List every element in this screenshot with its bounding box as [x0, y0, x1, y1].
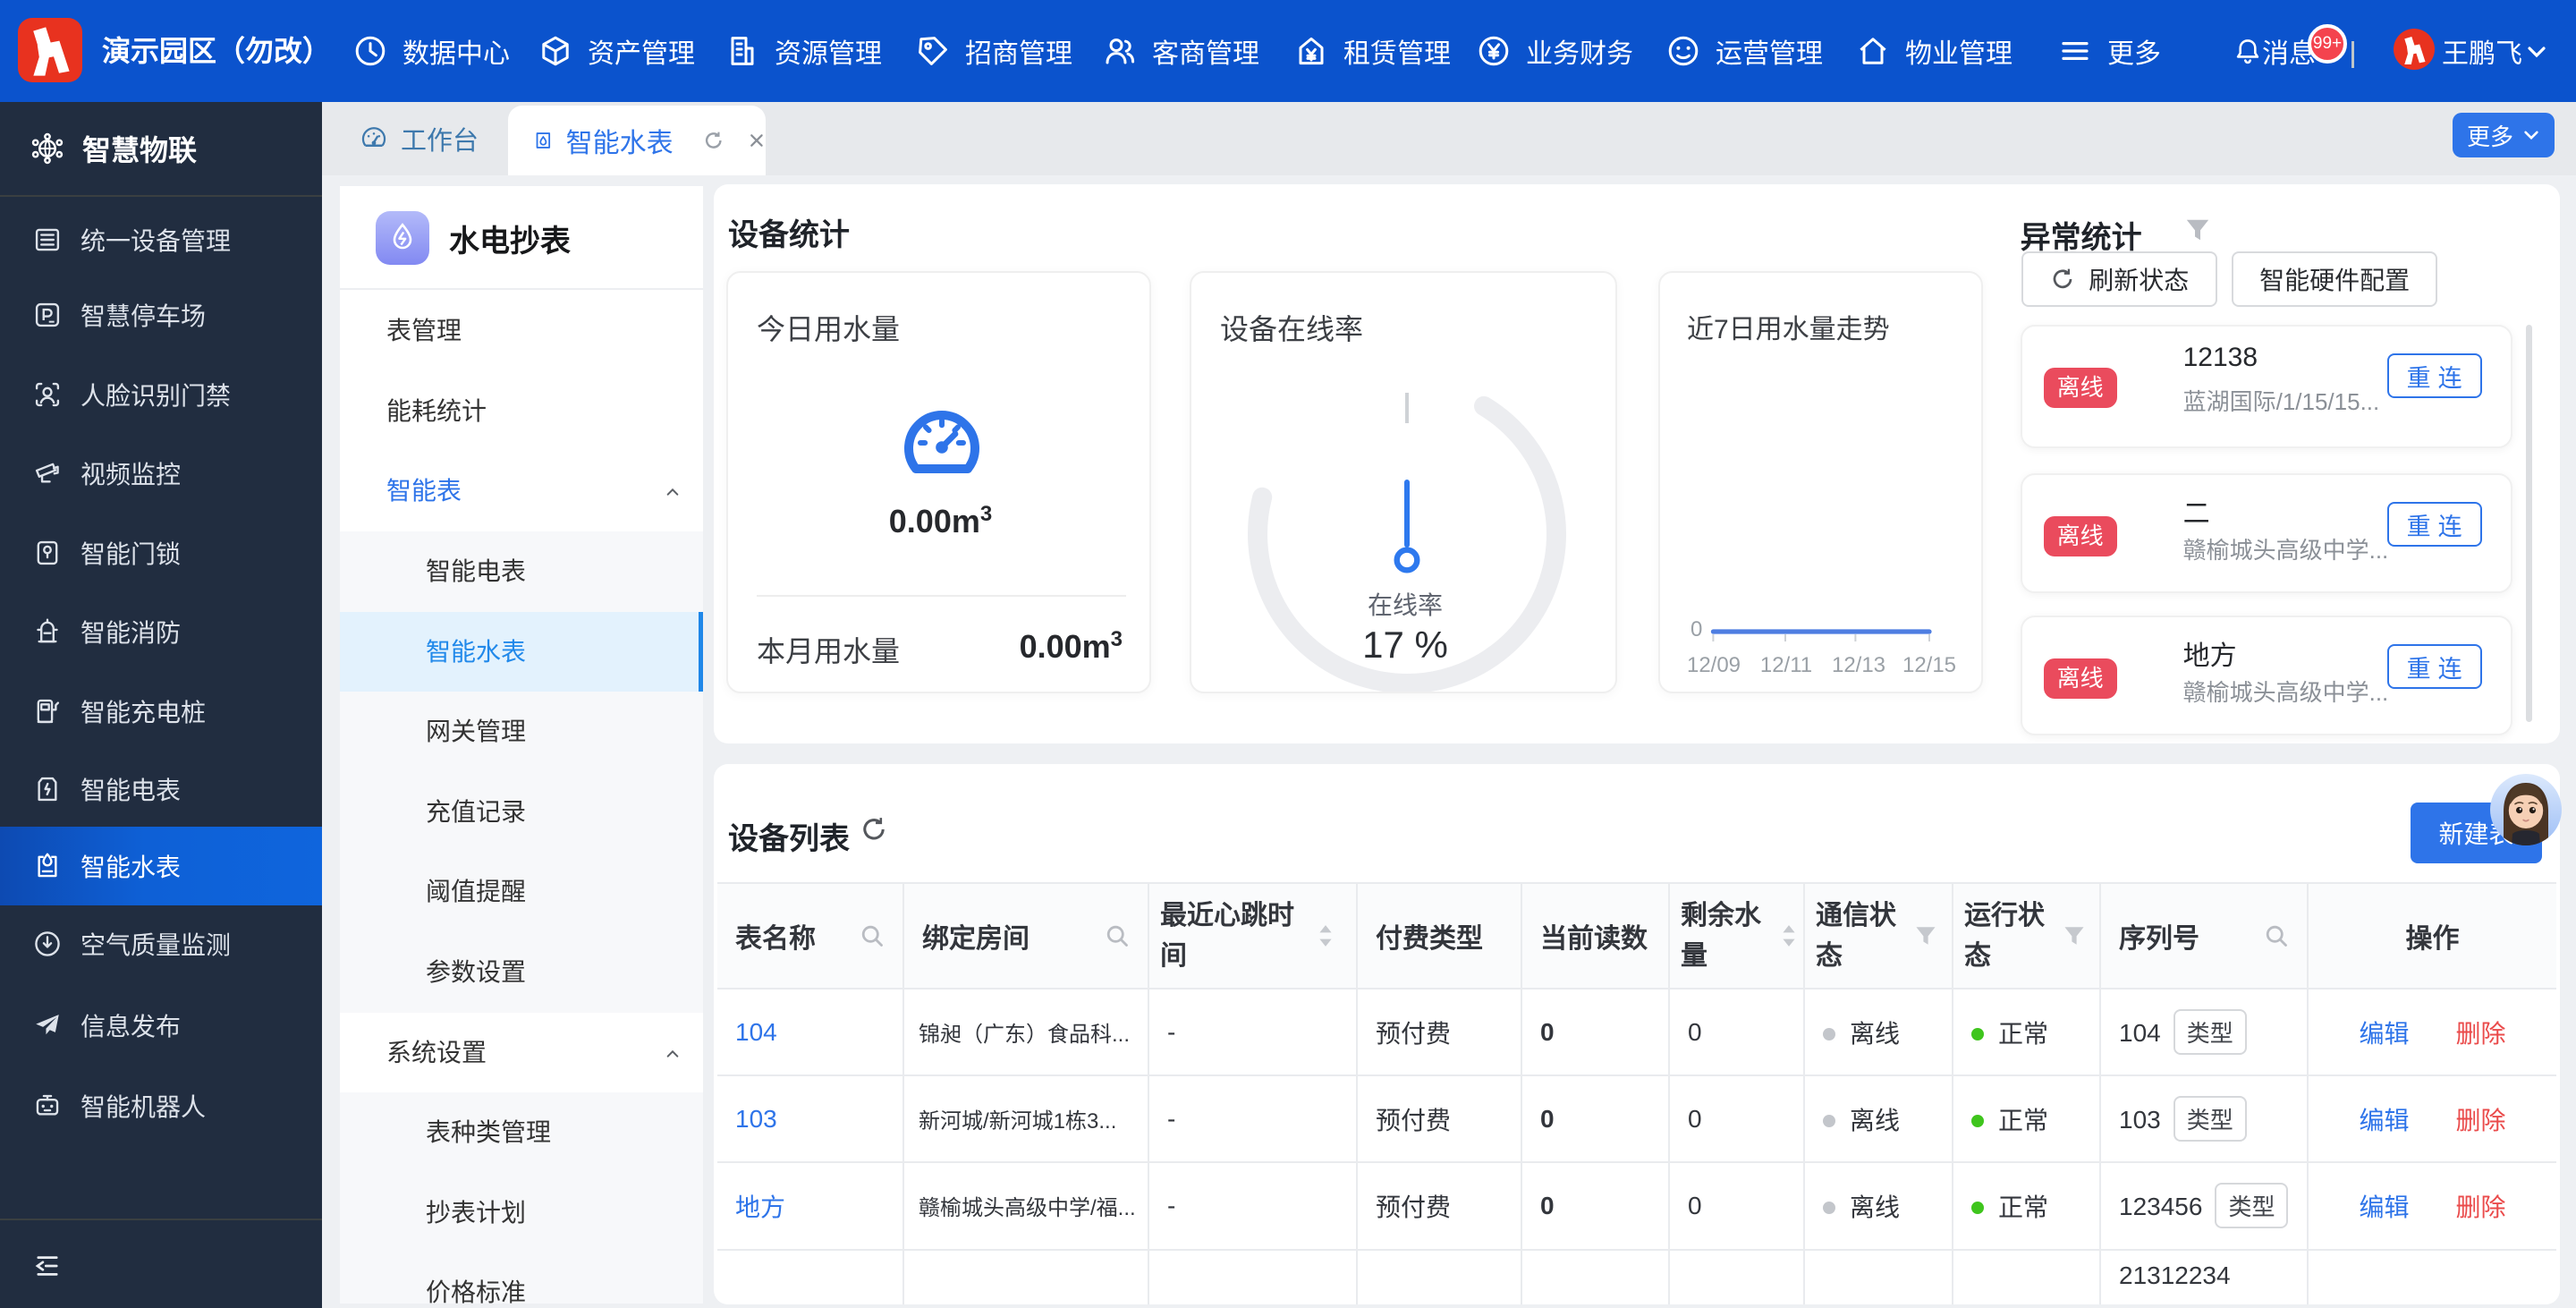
svg-text:12/11: 12/11: [1760, 653, 1812, 677]
svg-text:0: 0: [1690, 617, 1702, 641]
svg-text:12/09: 12/09: [1687, 653, 1741, 677]
svg-text:12/13: 12/13: [1832, 653, 1885, 677]
svg-text:12/15: 12/15: [1902, 653, 1956, 677]
